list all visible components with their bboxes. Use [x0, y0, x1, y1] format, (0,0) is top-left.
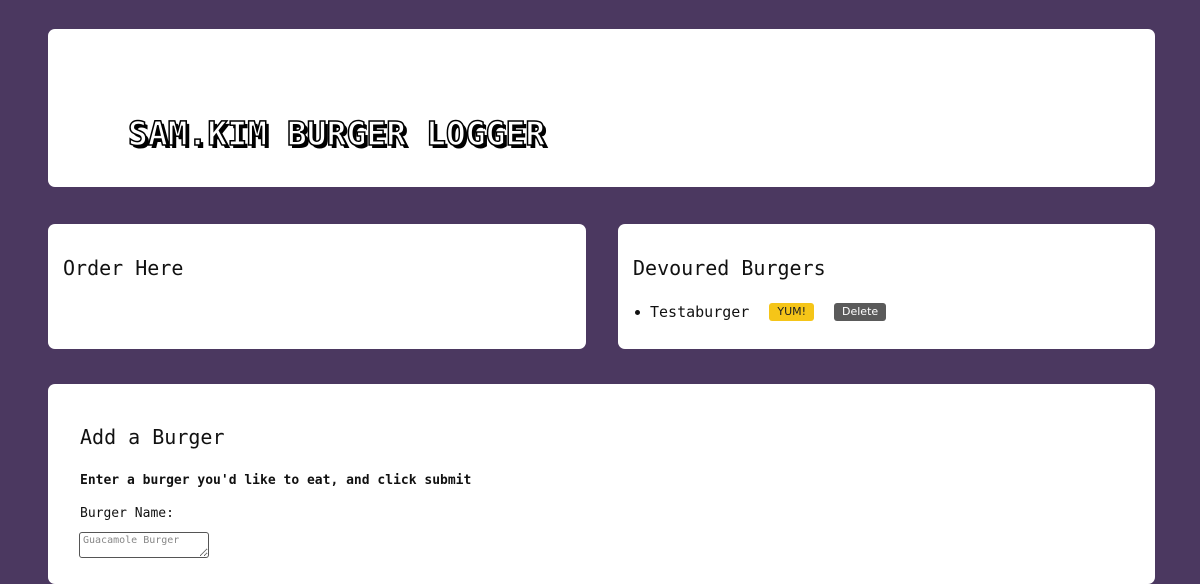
devoured-panel-title: Devoured Burgers — [633, 256, 826, 280]
add-panel-title: Add a Burger — [80, 425, 225, 449]
order-panel-title: Order Here — [63, 256, 184, 280]
order-panel: Order Here — [48, 224, 586, 349]
bullet-icon — [635, 309, 640, 315]
burger-name-label: Burger Name: — [80, 506, 174, 521]
add-panel-subtitle: Enter a burger you'd like to eat, and cl… — [80, 473, 472, 488]
site-title: SAM.KIM BURGER LOGGER — [127, 114, 546, 153]
burger-name: Testaburger — [650, 303, 750, 321]
delete-button[interactable]: Delete — [834, 303, 887, 321]
devoured-burger-list: Testaburger YUM! Delete — [633, 302, 887, 322]
add-burger-panel: Add a Burger Enter a burger you'd like t… — [48, 384, 1155, 584]
header-card: SAM.KIM BURGER LOGGER — [48, 29, 1155, 187]
list-item: Testaburger YUM! Delete — [633, 302, 887, 322]
devoured-panel: Devoured Burgers Testaburger YUM! Delete — [618, 224, 1155, 349]
yum-button[interactable]: YUM! — [769, 303, 815, 321]
burger-name-input[interactable] — [79, 532, 209, 558]
